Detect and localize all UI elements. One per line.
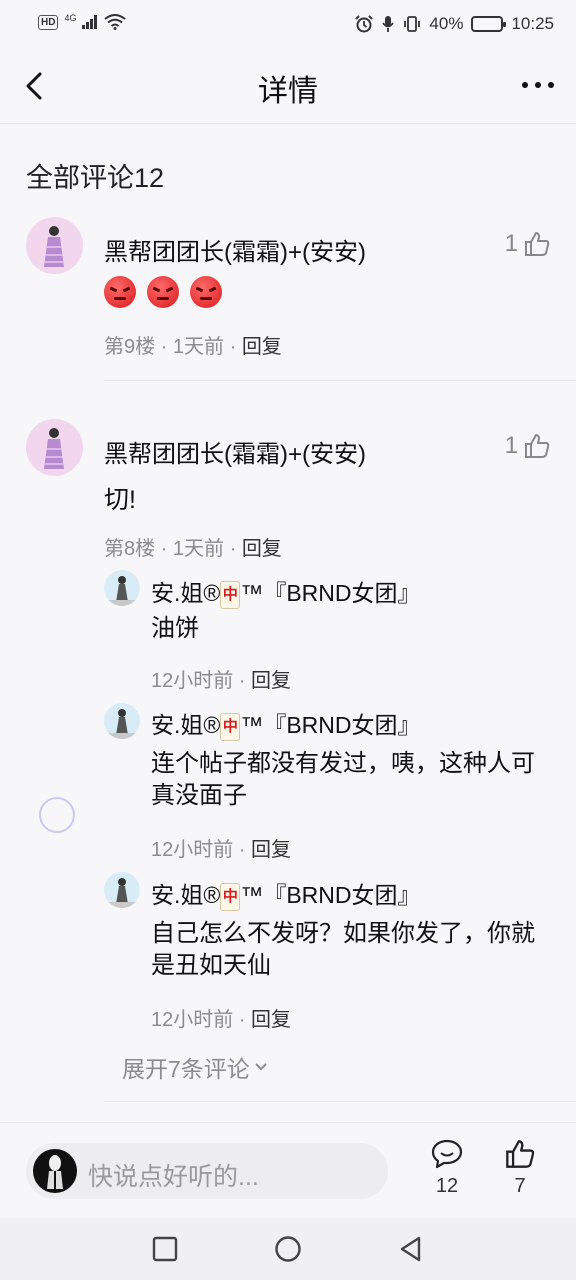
clock: 10:25 — [511, 14, 554, 33]
network-label: 4G — [64, 13, 77, 23]
thumbs-up-icon — [506, 1140, 535, 1168]
reply-button[interactable]: 回复 — [251, 839, 291, 861]
reply-button[interactable]: 回复 — [251, 1009, 291, 1031]
battery-percent: 40% — [429, 14, 464, 33]
angry-face-icon — [189, 276, 222, 308]
like-button[interactable]: 1 — [505, 432, 550, 460]
reply-author-suffix: ™『BRND女团』 — [240, 712, 421, 738]
reply-author-prefix: 安.姐® — [151, 882, 221, 908]
thumbs-up-icon — [525, 434, 550, 458]
comment-bubble-icon — [431, 1139, 463, 1169]
like-button[interactable]: 1 — [505, 230, 550, 258]
comment-author[interactable]: 黑帮团团长(霜霜)+(安安) — [104, 232, 366, 267]
like-count: 1 — [504, 432, 518, 459]
comment-meta: 第9楼 · 1天前 · 回复 — [104, 336, 282, 358]
comment-time: 1天前 — [172, 538, 225, 560]
mic-icon — [382, 16, 395, 32]
reply-author[interactable]: 安.姐® 中 ™『BRND女团』 — [151, 876, 421, 911]
avatar[interactable] — [26, 217, 83, 274]
system-nav-bar — [0, 1218, 576, 1280]
reply-author[interactable]: 安.姐® 中 ™『BRND女团』 — [151, 706, 421, 741]
reply-author-suffix: ™『BRND女团』 — [240, 882, 421, 908]
reply-meta: 12小时前 · 回复 — [151, 670, 292, 692]
reply-time: 12小时前 — [151, 839, 234, 861]
reply-avatar[interactable] — [104, 703, 140, 739]
mahjong-tile-icon: 中 — [220, 712, 241, 741]
comment-emojis — [104, 276, 226, 308]
comment-time: 1天前 — [172, 336, 225, 358]
like-count: 1 — [504, 230, 518, 257]
reply-author[interactable]: 安.姐® 中 ™『BRND女团』 — [151, 574, 421, 609]
signal-icon — [82, 15, 98, 29]
like-total-button[interactable]: 7 — [490, 1139, 550, 1198]
chevron-down-icon — [255, 1063, 267, 1071]
hd-badge: HD — [38, 14, 59, 30]
angry-face-icon — [146, 276, 179, 308]
reply-button[interactable]: 回复 — [242, 538, 282, 560]
input-placeholder: 快说点好听的... — [88, 1163, 259, 1191]
back-triangle-icon[interactable] — [396, 1234, 426, 1264]
reply-avatar[interactable] — [104, 570, 140, 606]
reply-time: 12小时前 — [151, 1009, 234, 1031]
reply-meta: 12小时前 · 回复 — [151, 839, 292, 861]
reply-time: 12小时前 — [151, 670, 234, 692]
reply-meta: 12小时前 · 回复 — [151, 1009, 292, 1031]
reply-author-suffix: ™『BRND女团』 — [240, 580, 421, 606]
alarm-icon — [355, 15, 374, 33]
mahjong-tile-icon: 中 — [220, 882, 241, 911]
reply-author-prefix: 安.姐® — [151, 712, 221, 738]
more-icon[interactable] — [520, 70, 556, 100]
comment-input[interactable]: 快说点好听的... — [26, 1143, 388, 1199]
status-bar: HD 4G 40% 10:25 — [0, 0, 576, 48]
expand-replies-button[interactable]: 展开7条评论 — [122, 1050, 268, 1084]
avatar[interactable] — [26, 419, 83, 476]
page-title: 详情 — [258, 75, 318, 108]
comments-section-title: 全部评论12 — [26, 163, 165, 193]
loading-indicator-icon — [39, 797, 75, 833]
reply-button[interactable]: 回复 — [242, 336, 282, 358]
user-avatar — [33, 1149, 77, 1193]
comment-meta: 第8楼 · 1天前 · 回复 — [104, 538, 282, 560]
reply-content: 连个帖子都没有发过，咦，这种人可真没面子 — [151, 750, 535, 809]
nav-bar: 详情 — [0, 48, 576, 124]
reply-avatar[interactable] — [104, 872, 140, 908]
reply-button[interactable]: 回复 — [251, 670, 291, 692]
expand-label: 展开7条评论 — [122, 1056, 250, 1082]
comment-count: 12 — [435, 1175, 459, 1197]
comment-count-button[interactable]: 12 — [417, 1139, 477, 1198]
divider — [104, 1101, 576, 1102]
bottom-bar: 快说点好听的... 12 7 — [0, 1122, 576, 1218]
home-icon[interactable] — [273, 1234, 303, 1264]
divider — [104, 380, 576, 381]
like-total: 7 — [514, 1175, 526, 1197]
thumbs-up-icon — [525, 232, 550, 256]
wifi-icon — [104, 14, 127, 30]
battery-icon — [471, 16, 507, 32]
comment-author[interactable]: 黑帮团团长(霜霜)+(安安) — [104, 434, 366, 469]
comment-content: 切! — [104, 486, 136, 514]
angry-face-icon — [104, 276, 136, 308]
vibrate-icon — [404, 16, 421, 32]
reply-content: 油饼 — [151, 615, 199, 642]
recent-apps-icon[interactable] — [150, 1234, 180, 1264]
floor-label: 第8楼 — [104, 538, 156, 560]
reply-author-prefix: 安.姐® — [151, 580, 221, 606]
reply-content: 自己怎么不发呀？如果你发了，你就是丑如天仙 — [151, 920, 535, 979]
mahjong-tile-icon: 中 — [220, 580, 241, 609]
floor-label: 第9楼 — [104, 336, 156, 358]
